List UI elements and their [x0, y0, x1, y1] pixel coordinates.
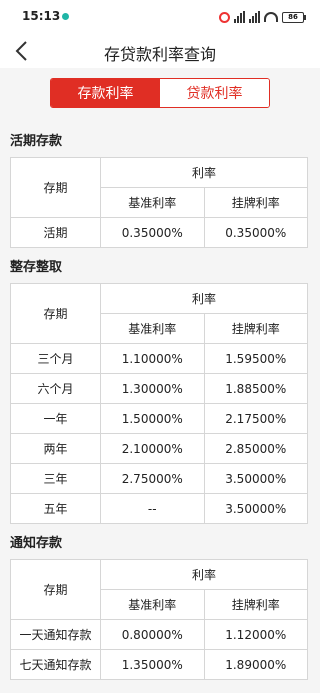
column-header-rate: 利率: [100, 559, 308, 590]
rate-content: 活期存款 存期 利率 基准利率 挂牌利率 活期 0.35000% 0.35000…: [0, 122, 320, 680]
battery-level: 86: [282, 11, 304, 23]
column-header-listed: 挂牌利率: [203, 589, 308, 620]
column-header-rate: 利率: [100, 157, 308, 188]
column-header-period: 存期: [10, 559, 101, 620]
cell-base-rate: 1.30000%: [100, 373, 205, 404]
fixed-deposit-table: 存期 利率 基准利率 挂牌利率 三个月 1.10000% 1.59500% 六个…: [10, 283, 308, 524]
section-title-demand: 活期存款: [10, 134, 63, 149]
cell-period: 活期: [10, 217, 101, 248]
cell-period: 一年: [10, 403, 101, 434]
cell-period: 一天通知存款: [10, 619, 101, 650]
cell-base-rate: 2.75000%: [100, 463, 205, 494]
alarm-icon: [219, 11, 230, 23]
cell-listed-rate: 3.50000%: [203, 463, 308, 494]
signal-icon: [234, 11, 245, 23]
signal-icon-2: [249, 11, 260, 23]
section-title-fixed: 整存整取: [10, 260, 63, 275]
table-row: 六个月 1.30000% 1.88500%: [10, 373, 308, 404]
cell-base-rate: 2.10000%: [100, 433, 205, 464]
tab-deposit-rate[interactable]: 存款利率: [51, 79, 160, 107]
cell-period: 五年: [10, 493, 101, 524]
column-header-base: 基准利率: [100, 313, 205, 344]
column-header-listed: 挂牌利率: [203, 313, 308, 344]
cell-base-rate: --: [100, 493, 205, 524]
cell-period: 七天通知存款: [10, 649, 101, 680]
cell-period: 三年: [10, 463, 101, 494]
tab-area: 存款利率 贷款利率: [0, 68, 320, 122]
status-icons: 86: [219, 10, 306, 24]
column-header-listed: 挂牌利率: [203, 187, 308, 218]
wifi-icon: [264, 12, 278, 22]
table-row: 一年 1.50000% 2.17500%: [10, 403, 308, 434]
battery-icon: 86: [282, 11, 306, 23]
column-header-period: 存期: [10, 157, 101, 218]
table-row: 两年 2.10000% 2.85000%: [10, 433, 308, 464]
cell-listed-rate: 2.85000%: [203, 433, 308, 464]
cell-listed-rate: 2.17500%: [203, 403, 308, 434]
page-title: 存贷款利率查询: [103, 45, 216, 64]
cell-base-rate: 0.80000%: [100, 619, 205, 650]
cell-listed-rate: 1.59500%: [203, 343, 308, 374]
cell-listed-rate: 3.50000%: [203, 493, 308, 524]
cell-period: 三个月: [10, 343, 101, 374]
table-row: 一天通知存款 0.80000% 1.12000%: [10, 619, 308, 650]
cell-base-rate: 1.10000%: [100, 343, 205, 374]
rate-type-tabs: 存款利率 贷款利率: [50, 78, 270, 108]
demand-deposit-table: 存期 利率 基准利率 挂牌利率 活期 0.35000% 0.35000%: [10, 157, 308, 248]
table-row: 七天通知存款 1.35000% 1.89000%: [10, 649, 308, 680]
tab-loan-rate[interactable]: 贷款利率: [160, 79, 269, 107]
cell-base-rate: 1.50000%: [100, 403, 205, 434]
cell-period: 两年: [10, 433, 101, 464]
nav-header: 存贷款利率查询: [0, 34, 320, 68]
cell-listed-rate: 1.88500%: [203, 373, 308, 404]
section-title-notice: 通知存款: [10, 536, 63, 551]
table-row: 五年 -- 3.50000%: [10, 493, 308, 524]
column-header-rate: 利率: [100, 283, 308, 314]
cell-base-rate: 1.35000%: [100, 649, 205, 680]
table-row: 三年 2.75000% 3.50000%: [10, 463, 308, 494]
cell-listed-rate: 0.35000%: [203, 217, 308, 248]
cell-period: 六个月: [10, 373, 101, 404]
cell-listed-rate: 1.89000%: [203, 649, 308, 680]
notice-deposit-table: 存期 利率 基准利率 挂牌利率 一天通知存款 0.80000% 1.12000%…: [10, 559, 308, 680]
status-bar: 15:13 86: [0, 0, 320, 34]
notification-dot-icon: [62, 13, 69, 20]
cell-base-rate: 0.35000%: [100, 217, 205, 248]
status-time: 15:13: [22, 9, 61, 23]
column-header-period: 存期: [10, 283, 101, 344]
table-row: 三个月 1.10000% 1.59500%: [10, 343, 308, 374]
table-row: 活期 0.35000% 0.35000%: [10, 217, 308, 248]
cell-listed-rate: 1.12000%: [203, 619, 308, 650]
column-header-base: 基准利率: [100, 187, 205, 218]
column-header-base: 基准利率: [100, 589, 205, 620]
